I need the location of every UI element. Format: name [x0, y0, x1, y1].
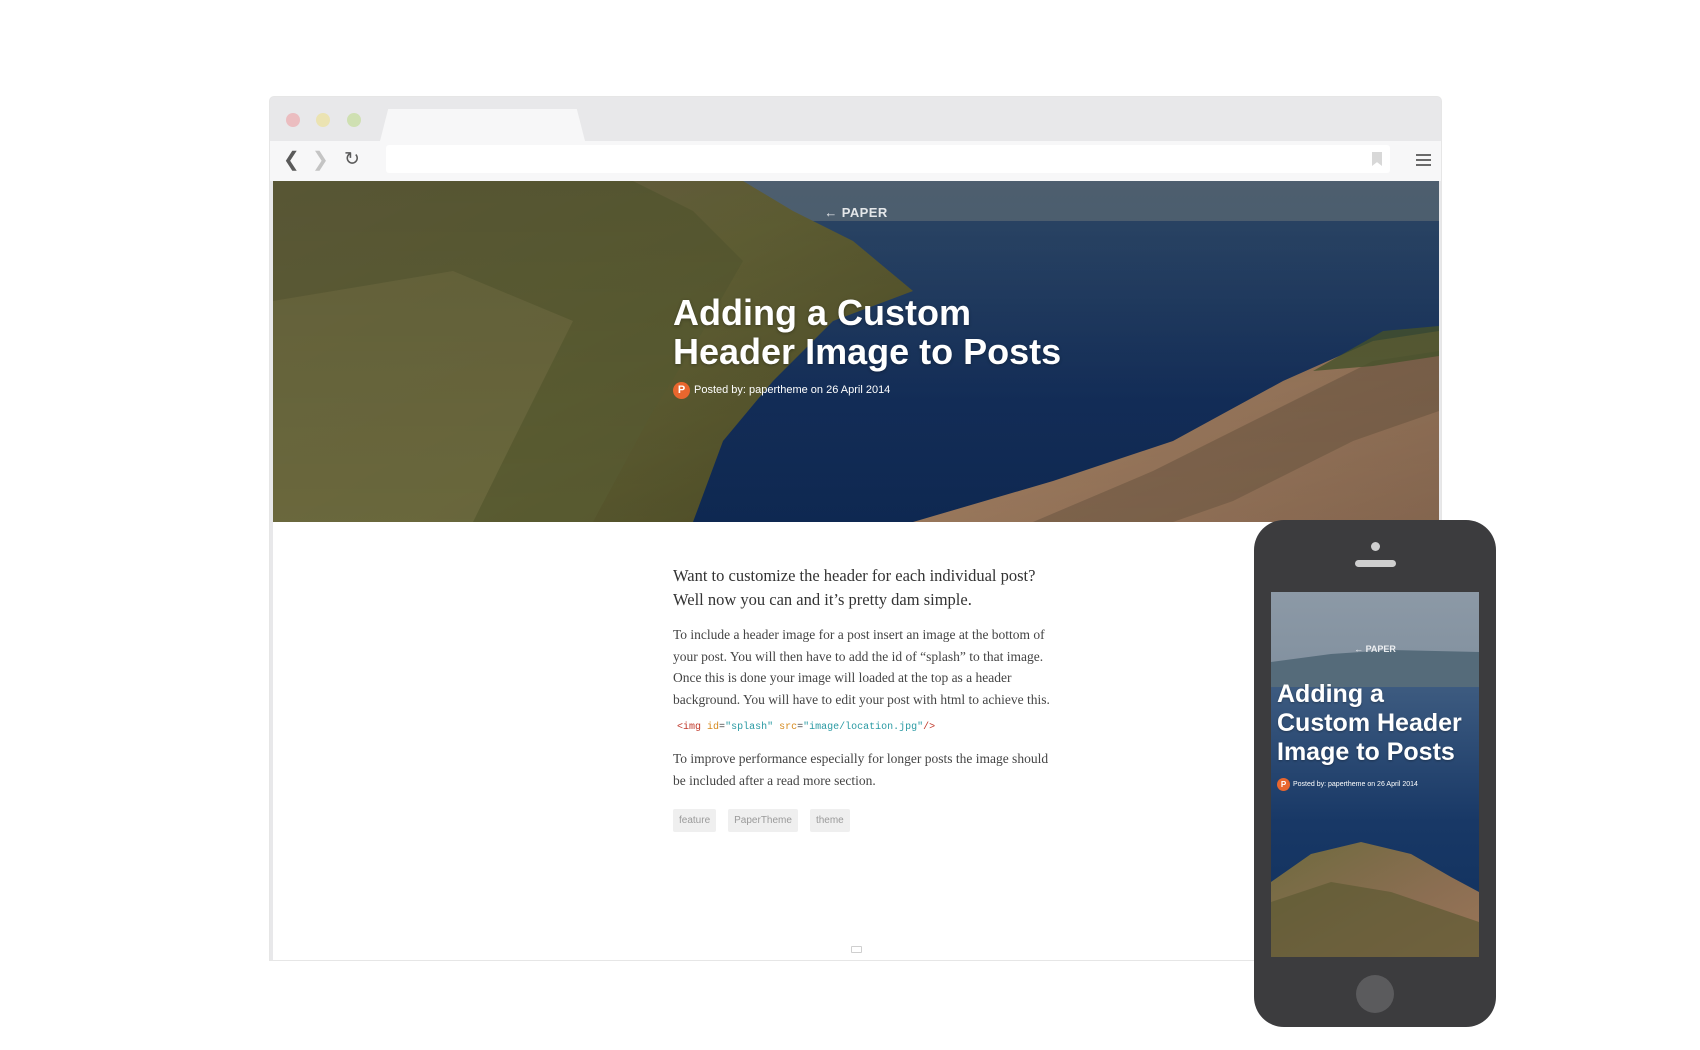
code-tag-open: <img — [677, 722, 702, 733]
browser-toolbar: ❮ ❯ ↻ — [270, 141, 1441, 181]
mobile-post-meta-text: Posted by: papertheme on 26 April 2014 — [1293, 781, 1418, 788]
post-paragraph: To include a header image for a post ins… — [673, 627, 1050, 707]
post-content: Want to customize the header for each in… — [673, 564, 1053, 832]
back-to-paper-link[interactable]: ← PAPER — [273, 205, 1439, 220]
bookmark-icon[interactable] — [1372, 152, 1382, 166]
post-lead: Want to customize the header for each in… — [673, 566, 1036, 609]
forward-arrow-icon[interactable]: ❯ — [312, 149, 329, 171]
tag-theme[interactable]: theme — [809, 809, 850, 832]
tab-bar — [270, 97, 1441, 141]
author-avatar: P — [673, 381, 690, 399]
phone-camera — [1371, 542, 1380, 551]
mobile-post-meta: P Posted by: papertheme on 26 April 2014 — [1277, 778, 1418, 791]
code-tag-close: /> — [923, 722, 936, 733]
code-val-src: "image/location.jpg" — [803, 722, 924, 733]
code-attr-id: id — [707, 722, 720, 733]
mobile-author-avatar: P — [1277, 778, 1290, 791]
back-arrow-icon[interactable]: ❮ — [283, 149, 300, 171]
phone-speaker — [1355, 560, 1396, 567]
code-val-id: "splash" — [725, 722, 774, 733]
post-paragraph: To improve performance especially for lo… — [673, 751, 1049, 788]
address-bar[interactable] — [386, 145, 1390, 173]
code-snippet: <img id="splash" src="image/location.jpg… — [677, 722, 936, 733]
post-title: Adding a Custom Header Image to Posts — [673, 292, 1062, 372]
tag-papertheme[interactable]: PaperTheme — [728, 809, 798, 832]
post-meta-text: Posted by: papertheme on 26 April 2014 — [694, 384, 891, 396]
close-window-button[interactable] — [286, 113, 300, 127]
phone-mockup: ← PAPER Adding a Custom Header Image to … — [1254, 520, 1496, 1027]
phone-home-button[interactable] — [1356, 975, 1394, 1013]
post-meta: P Posted by: papertheme on 26 April 2014 — [673, 381, 890, 399]
post-tags: feature PaperTheme theme — [673, 809, 1053, 832]
browser-tab[interactable] — [380, 109, 585, 141]
menu-icon[interactable] — [1416, 154, 1431, 166]
reload-icon[interactable]: ↻ — [344, 149, 360, 171]
mobile-post-title: Adding a Custom Header Image to Posts — [1277, 680, 1462, 766]
phone-screen: ← PAPER Adding a Custom Header Image to … — [1271, 592, 1479, 957]
footer-icon — [851, 946, 862, 953]
maximize-window-button[interactable] — [347, 113, 361, 127]
mobile-back-link[interactable]: ← PAPER — [1271, 644, 1479, 654]
tag-feature[interactable]: feature — [673, 809, 717, 832]
minimize-window-button[interactable] — [316, 113, 330, 127]
post-header: ← PAPER Adding a Custom Header Image to … — [273, 181, 1439, 522]
code-attr-src: src — [779, 722, 798, 733]
